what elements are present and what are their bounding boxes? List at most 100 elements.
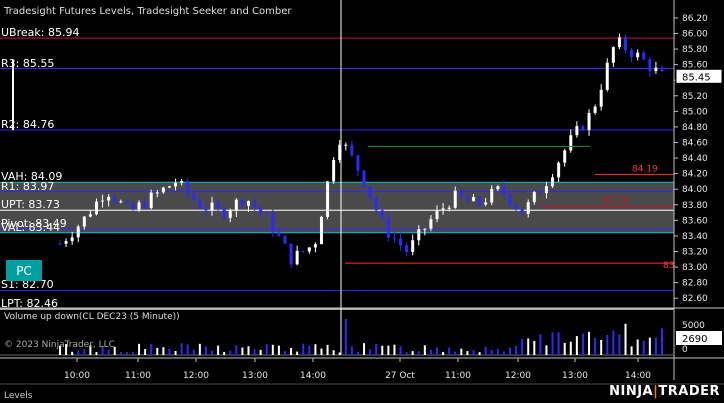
level-label-lpt: LPT: 82.46 xyxy=(1,297,58,311)
candle-body xyxy=(240,199,244,206)
price-tick-label: 85.20 xyxy=(682,92,708,102)
time-tick-label: 12:00 xyxy=(183,371,209,381)
ninjatrader-logo: NINJA|TRADER xyxy=(609,384,720,399)
candle-body xyxy=(459,190,463,198)
candle-body xyxy=(575,126,579,136)
candle-body xyxy=(599,89,603,107)
candle-body xyxy=(490,188,494,203)
candle-body xyxy=(271,213,275,233)
pc-button[interactable]: PC xyxy=(6,260,42,281)
price-tick-label: 86.00 xyxy=(682,29,708,39)
volume-bar xyxy=(296,351,299,355)
volume-bar xyxy=(581,333,584,355)
volume-bar xyxy=(150,343,153,355)
time-tick-label: 12:00 xyxy=(505,371,531,381)
volume-bar xyxy=(344,319,347,355)
volume-bar xyxy=(332,350,335,355)
volume-bar xyxy=(606,334,609,355)
price-tick-label: 83.00 xyxy=(682,263,708,273)
volume-bar xyxy=(588,331,591,355)
volume-bar xyxy=(460,348,463,355)
annotation-label: 83 xyxy=(663,261,674,271)
candle-body xyxy=(137,202,141,210)
volume-bar xyxy=(539,334,542,355)
price-tick-label: 83.60 xyxy=(682,216,708,226)
candle-body xyxy=(228,211,232,218)
volume-bar xyxy=(454,351,457,355)
candle-body xyxy=(593,106,597,113)
candle-body xyxy=(277,232,281,236)
volume-bar xyxy=(423,345,426,355)
volume-bar xyxy=(271,344,274,355)
candle-body xyxy=(70,237,74,242)
candle-body xyxy=(222,207,226,218)
volume-bar xyxy=(180,343,183,355)
current-price-label: 85.45 xyxy=(682,72,711,83)
candle-body xyxy=(660,67,664,72)
candle-body xyxy=(283,235,287,244)
price-tick-label: 84.40 xyxy=(682,154,708,164)
level-label-r2: R2: 84.76 xyxy=(1,118,55,132)
volume-bar xyxy=(241,347,244,355)
annotation-label: 84.19 xyxy=(632,164,658,174)
candle-body xyxy=(544,186,548,194)
volume-bar xyxy=(496,348,499,355)
annotation-label: 83.78 xyxy=(603,196,629,206)
candle-body xyxy=(107,196,111,201)
volume-bar xyxy=(338,352,341,355)
candle-body xyxy=(155,192,159,194)
volume-tick-label: 0 xyxy=(682,345,688,355)
candle-body xyxy=(76,226,80,238)
volume-bar xyxy=(436,347,439,355)
volume-bar xyxy=(217,345,220,355)
candle-body xyxy=(313,244,317,248)
candle-body xyxy=(642,52,646,60)
candle-body xyxy=(654,67,658,72)
volume-bar xyxy=(515,345,518,355)
volume-bar xyxy=(369,349,372,355)
candle-body xyxy=(332,159,336,182)
candle-body xyxy=(259,207,263,213)
volume-bar xyxy=(490,349,493,355)
volume-bar xyxy=(466,351,469,355)
volume-bar xyxy=(618,334,621,355)
candle-body xyxy=(405,245,409,252)
volume-bar xyxy=(508,347,511,355)
price-tick-label: 84.60 xyxy=(682,138,708,148)
candle-body xyxy=(508,194,512,206)
candle-body xyxy=(64,241,68,244)
time-tick-label: 27 Oct xyxy=(385,371,415,381)
volume-bar xyxy=(393,344,396,355)
candle-body xyxy=(471,197,475,202)
volume-panel-title: Volume up down(CL DEC23 (5 Minute)) xyxy=(4,312,180,322)
price-tick-label: 85.00 xyxy=(682,107,708,117)
price-tick-label: 82.60 xyxy=(682,294,708,304)
volume-bar xyxy=(417,351,420,355)
volume-bar xyxy=(654,337,657,355)
volume-bar xyxy=(375,343,378,355)
volume-bar xyxy=(186,344,189,355)
candle-body xyxy=(125,201,129,204)
volume-bar xyxy=(484,346,487,355)
chart-title: Tradesight Futures Levels, Tradesight Se… xyxy=(4,6,292,17)
volume-bar xyxy=(405,352,408,355)
candle-body xyxy=(605,62,609,90)
volume-bar xyxy=(326,344,329,355)
volume-bar xyxy=(648,337,651,355)
candle-body xyxy=(210,202,214,211)
candle-body xyxy=(216,202,220,208)
level-label-ubreak: UBreak: 85.94 xyxy=(1,26,80,40)
volume-bar xyxy=(356,351,359,355)
price-tick-label: 82.80 xyxy=(682,279,708,289)
level-label-r1: R1: 83.97 xyxy=(1,179,55,193)
volume-bar xyxy=(533,340,536,355)
candle-body xyxy=(174,182,178,187)
volume-bar xyxy=(320,348,323,355)
volume-bar xyxy=(95,351,98,355)
price-tick-label: 84.20 xyxy=(682,170,708,180)
time-tick-label: 11:00 xyxy=(445,371,471,381)
levels-footer-label: Levels xyxy=(4,391,33,401)
candle-body xyxy=(648,59,652,72)
volume-bar xyxy=(387,345,390,355)
time-tick-label: 10:00 xyxy=(64,371,90,381)
